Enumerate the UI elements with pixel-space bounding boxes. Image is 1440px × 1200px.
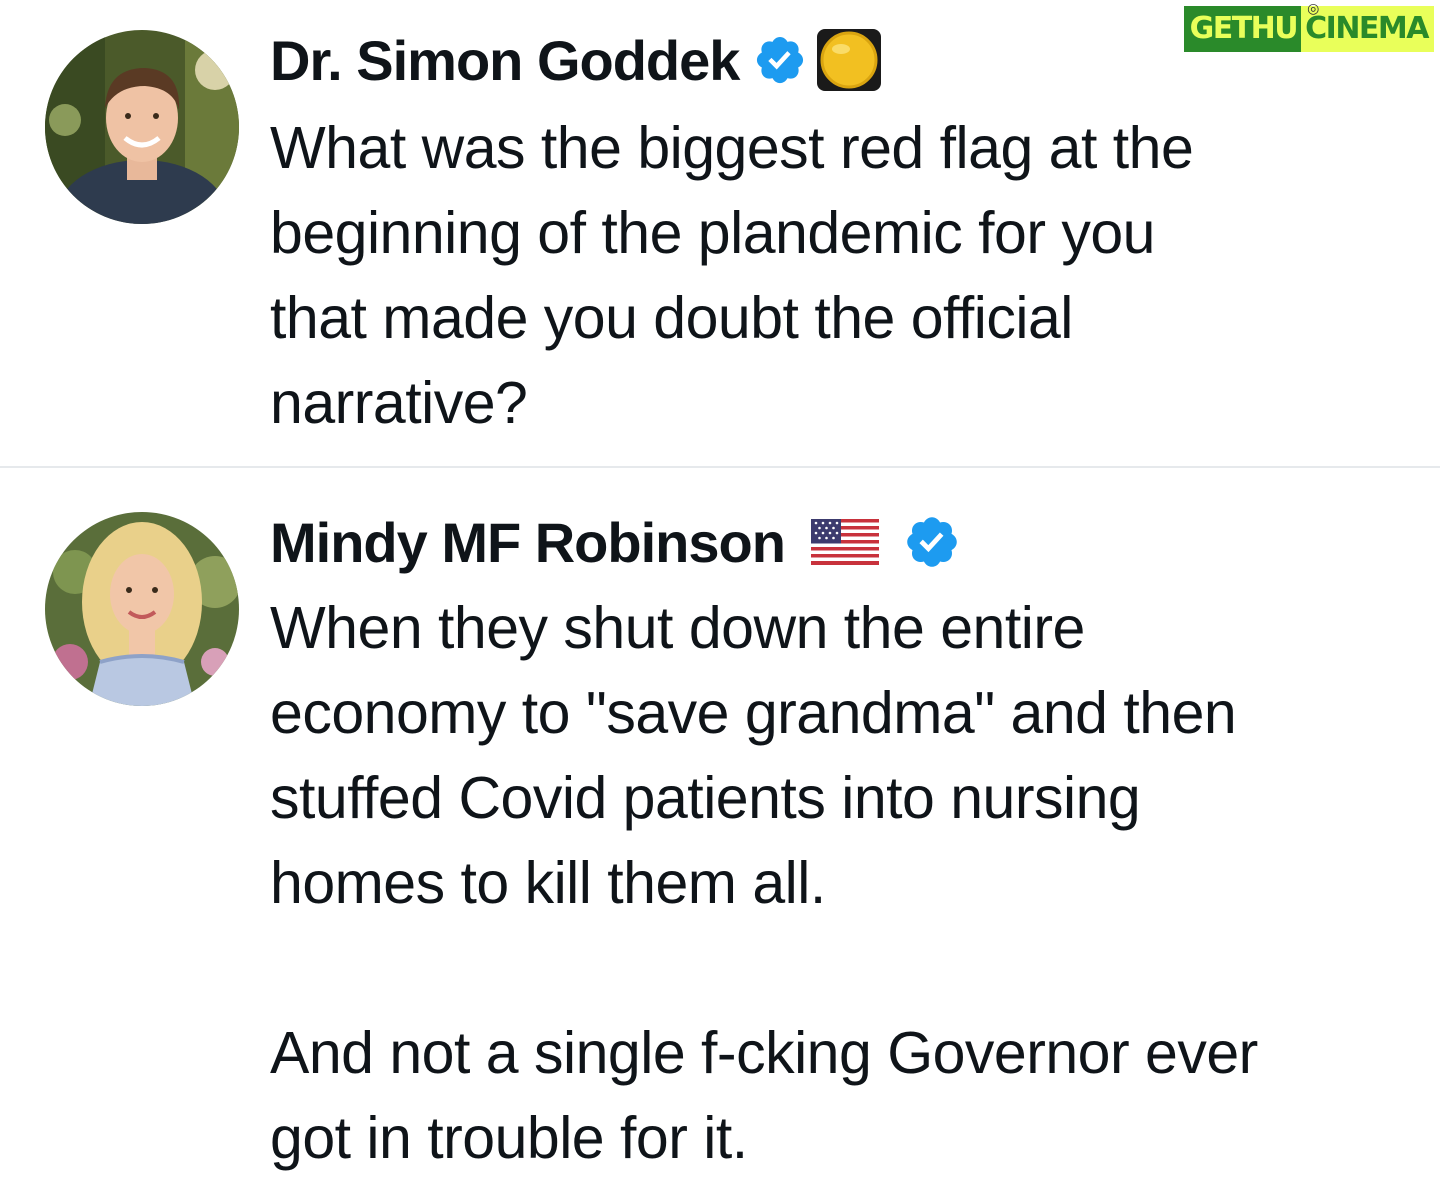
author-name[interactable]: Dr. Simon Goddek	[270, 28, 740, 93]
avatar-woman-icon	[45, 512, 239, 706]
avatar[interactable]	[45, 512, 239, 706]
tweet-screenshot: GETHU ◎ CINEMA Dr. Simon Goddek What was…	[0, 0, 1440, 1200]
author-row: Dr. Simon Goddek	[270, 28, 883, 92]
verified-badge-icon	[753, 33, 807, 87]
avatar[interactable]	[45, 30, 239, 224]
yellow-circle-icon	[815, 27, 883, 93]
author-name[interactable]: Mindy MF Robinson	[270, 510, 786, 575]
verified-badge-icon	[903, 513, 961, 571]
us-flag-icon	[810, 519, 879, 565]
tweet-text: What was the biggest red flag at the beg…	[270, 115, 1194, 436]
author-row: Mindy MF Robinson	[270, 510, 961, 574]
avatar-man-icon	[45, 30, 239, 224]
tweet-2[interactable]: Mindy MF Robinson When they shut down th…	[0, 468, 1440, 1200]
tweet-text: When they shut down the entire economy t…	[270, 595, 1258, 1171]
tweet-1[interactable]: Dr. Simon Goddek What was the biggest re…	[0, 0, 1440, 466]
